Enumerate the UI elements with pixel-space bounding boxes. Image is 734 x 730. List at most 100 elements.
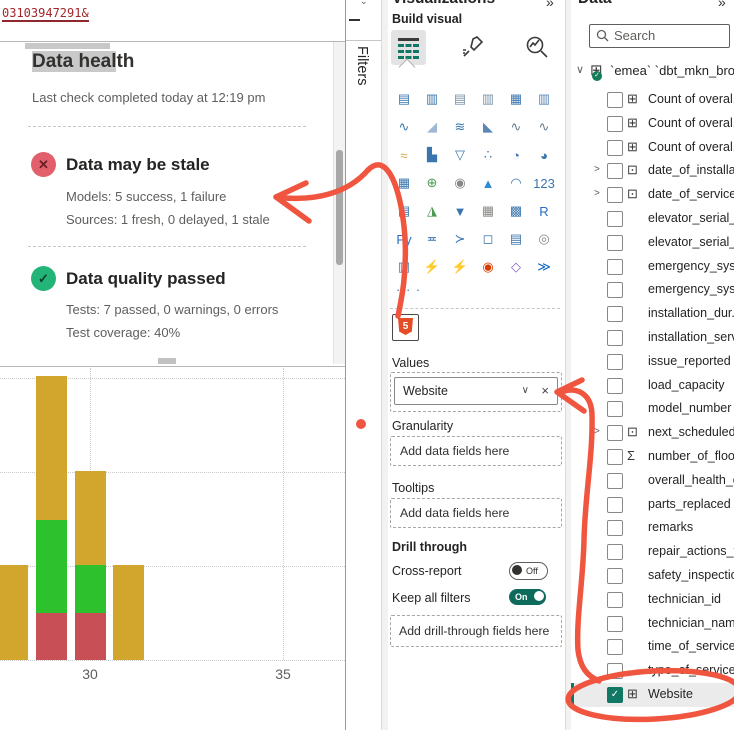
- 100-stacked-bar-chart-visual-button[interactable]: ▦: [502, 85, 530, 113]
- clustered-bar-chart-visual-button[interactable]: ▤: [446, 85, 474, 113]
- 100-stacked-column-chart-visual-button[interactable]: ▥: [530, 85, 558, 113]
- table-root-row[interactable]: ∨ ⊞ ✓ `emea` `dbt_mkn_bron.: [571, 60, 734, 82]
- field-row-time-of-service[interactable]: time_of_service: [571, 635, 734, 659]
- decomposition-tree-visual-button[interactable]: ≻: [446, 225, 474, 253]
- filters-pane-label[interactable]: Filters: [354, 46, 370, 85]
- field-row-next-scheduled[interactable]: >⊡next_scheduled..: [571, 421, 734, 445]
- cross-report-toggle[interactable]: Off: [509, 562, 548, 580]
- field-checkbox[interactable]: [607, 639, 623, 655]
- field-row-date-of-installa[interactable]: >⊡date_of_installa..: [571, 159, 734, 183]
- keep-all-filters-toggle[interactable]: On: [509, 589, 546, 605]
- metrics-visual-button[interactable]: ◎: [530, 225, 558, 253]
- field-row-type-of-service[interactable]: type_of_service: [571, 659, 734, 683]
- field-checkbox[interactable]: [607, 401, 623, 417]
- scatter-chart-visual-button[interactable]: ∴: [474, 141, 502, 169]
- search-input[interactable]: Search: [589, 24, 730, 48]
- field-checkbox[interactable]: [607, 616, 623, 632]
- bar-segment-gold-x30[interactable]: [75, 471, 106, 565]
- field-checkbox[interactable]: [607, 259, 623, 275]
- field-checkbox[interactable]: [607, 116, 623, 132]
- table-visual-button[interactable]: ▦: [474, 197, 502, 225]
- purple-diamond-visual-visual-button[interactable]: ◇: [502, 253, 530, 281]
- pin-icon[interactable]: ⌄: [360, 0, 368, 7]
- field-row-count-of-overal[interactable]: ⊞Count of overal..: [571, 136, 734, 160]
- field-row-parts-replaced[interactable]: parts_replaced: [571, 493, 734, 517]
- arcgis-map-visual-button[interactable]: ◉: [474, 253, 502, 281]
- field-row-emergency-syst[interactable]: emergency_syst.: [571, 255, 734, 279]
- python-visual-visual-button[interactable]: Py: [390, 225, 418, 253]
- line-and-clustered-column-chart-visual-button[interactable]: ∿: [530, 113, 558, 141]
- smart-narrative-visual-button[interactable]: ▤: [502, 225, 530, 253]
- card-visual-button[interactable]: 123: [530, 169, 558, 197]
- power-apps-visual-button[interactable]: ⚡: [418, 253, 446, 281]
- field-checkbox[interactable]: [607, 473, 623, 489]
- field-row-count-of-overal[interactable]: ⊞Count of overal..: [571, 88, 734, 112]
- slicer-visual-button[interactable]: ▼: [446, 197, 474, 225]
- field-checkbox[interactable]: [607, 211, 623, 227]
- 100-stacked-area-chart-visual-button[interactable]: ◣: [474, 113, 502, 141]
- field-row-remarks[interactable]: remarks: [571, 516, 734, 540]
- stacked-bar-chart-visual-button[interactable]: ▤: [390, 85, 418, 113]
- field-checkbox[interactable]: [607, 140, 623, 156]
- get-more-visuals-button[interactable]: · · ·: [396, 282, 421, 297]
- field-checkbox[interactable]: [607, 92, 623, 108]
- matrix-visual-button[interactable]: ▩: [502, 197, 530, 225]
- azure-map-visual-button[interactable]: ▲: [474, 169, 502, 197]
- field-row-overall-health-c[interactable]: overall_health_c.: [571, 469, 734, 493]
- stacked-area-chart-visual-button[interactable]: ≋: [446, 113, 474, 141]
- field-row-technician-name[interactable]: technician_name: [571, 612, 734, 636]
- map-visual-button[interactable]: ⊕: [418, 169, 446, 197]
- line-chart-visual-button[interactable]: ∿: [390, 113, 418, 141]
- kpi-visual-button[interactable]: ◮: [418, 197, 446, 225]
- field-row-elevator-serial[interactable]: elevator_serial_..: [571, 231, 734, 255]
- card-scrollbar-thumb[interactable]: [336, 150, 343, 265]
- html-content-visual-button[interactable]: 5: [392, 314, 419, 341]
- q-and-a-visual-button[interactable]: ◻: [474, 225, 502, 253]
- field-checkbox[interactable]: [607, 378, 623, 394]
- card-vertical-scrollbar[interactable]: [333, 42, 345, 364]
- funnel-chart-visual-button[interactable]: ▽: [446, 141, 474, 169]
- r-script-visual-visual-button[interactable]: R: [530, 197, 558, 225]
- card-horizontal-scrollbar-thumb[interactable]: [158, 358, 176, 364]
- field-row-issue-reported[interactable]: issue_reported: [571, 350, 734, 374]
- field-row-installation-serv[interactable]: installation_serv.: [571, 326, 734, 350]
- tooltips-well[interactable]: Add data fields here: [390, 498, 562, 528]
- donut-chart-visual-button[interactable]: ◕: [530, 141, 558, 169]
- field-checkbox-checked[interactable]: ✓: [607, 687, 623, 703]
- field-checkbox[interactable]: [607, 449, 623, 465]
- clustered-column-chart-visual-button[interactable]: ▥: [474, 85, 502, 113]
- field-checkbox[interactable]: [607, 187, 623, 203]
- field-checkbox[interactable]: [607, 354, 623, 370]
- chevron-collapsed-icon[interactable]: >: [594, 426, 600, 437]
- field-checkbox[interactable]: [607, 235, 623, 251]
- field-row-load-capacity[interactable]: load_capacity: [571, 374, 734, 398]
- field-row-safety-inspectio[interactable]: safety_inspectio.: [571, 564, 734, 588]
- filters-pane-collapsed[interactable]: ⌄ Filters: [346, 0, 381, 730]
- field-checkbox[interactable]: [607, 163, 623, 179]
- field-checkbox[interactable]: [607, 520, 623, 536]
- tab-add-analytics[interactable]: [520, 30, 555, 65]
- field-checkbox[interactable]: [607, 425, 623, 441]
- stacked-column-chart[interactable]: 3035: [0, 368, 345, 698]
- key-influencers-visual-button[interactable]: ≖: [418, 225, 446, 253]
- gauge-visual-button[interactable]: ◠: [502, 169, 530, 197]
- treemap-visual-button[interactable]: ▦: [390, 169, 418, 197]
- field-checkbox[interactable]: [607, 282, 623, 298]
- remove-field-icon[interactable]: ×: [541, 378, 549, 404]
- drill-through-well[interactable]: Add drill-through fields here: [390, 615, 562, 647]
- field-row-date-of-service[interactable]: >⊡date_of_service: [571, 183, 734, 207]
- collapse-pane-icon[interactable]: »: [546, 0, 554, 10]
- waterfall-chart-visual-button[interactable]: ▙: [418, 141, 446, 169]
- field-checkbox[interactable]: [607, 592, 623, 608]
- card-top-scrollbar-thumb[interactable]: [25, 43, 110, 49]
- field-checkbox[interactable]: [607, 330, 623, 346]
- collapse-dash-icon[interactable]: [349, 19, 360, 21]
- field-checkbox[interactable]: [607, 568, 623, 584]
- multi-row-card-visual-button[interactable]: ▤: [390, 197, 418, 225]
- values-field-pill[interactable]: Website ∨ ×: [394, 377, 558, 405]
- bar-segment-red-x30[interactable]: [75, 613, 106, 660]
- bar-segment-gold-x29[interactable]: [36, 376, 67, 520]
- pie-chart-visual-button[interactable]: ◔: [502, 141, 530, 169]
- bar-segment-gold-x31[interactable]: [113, 565, 144, 660]
- area-chart-visual-button[interactable]: ◢: [418, 113, 446, 141]
